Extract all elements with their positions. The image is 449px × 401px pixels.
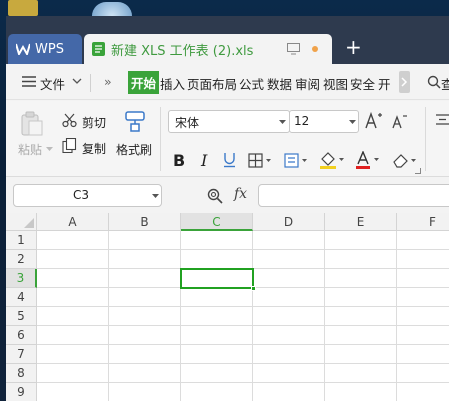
- row-header-9[interactable]: 9: [6, 383, 37, 401]
- cut-label[interactable]: 剪切: [82, 114, 106, 131]
- grid-line: [108, 231, 109, 401]
- fx-icon[interactable]: fx: [234, 186, 247, 202]
- border-icon[interactable]: [248, 153, 272, 168]
- ribbon-divider-2: [425, 107, 426, 171]
- spreadsheet-grid[interactable]: A B C D E F 1 2 3 4 5 6 7 8 9: [6, 213, 449, 401]
- menu-tab-review[interactable]: 审阅: [295, 74, 320, 93]
- menu-tab-home[interactable]: 开始: [128, 71, 160, 94]
- desktop-folder-icon[interactable]: [8, 0, 38, 16]
- font-grow-icon[interactable]: [365, 111, 383, 129]
- name-box-value: C3: [72, 188, 89, 202]
- selected-cell-c3[interactable]: [180, 268, 254, 289]
- paste-label[interactable]: 粘贴: [18, 141, 42, 158]
- paste-icon[interactable]: [20, 111, 44, 137]
- search-label-partial[interactable]: 查: [441, 74, 449, 93]
- copy-label[interactable]: 复制: [82, 140, 106, 157]
- row-header-2[interactable]: 2: [6, 250, 37, 269]
- monitor-icon[interactable]: [287, 43, 300, 55]
- wps-tab-label: WPS: [35, 41, 64, 57]
- chevron-down-icon[interactable]: [72, 78, 82, 85]
- fill-color-icon[interactable]: [319, 151, 345, 169]
- grid-line: [252, 231, 253, 401]
- column-header-a[interactable]: A: [37, 213, 109, 231]
- row-header-3[interactable]: 3: [6, 269, 37, 288]
- fill-handle[interactable]: [251, 286, 256, 291]
- hamburger-icon[interactable]: [22, 76, 36, 87]
- zoom-icon[interactable]: [207, 188, 223, 204]
- menu-tab-security[interactable]: 安全: [350, 74, 375, 93]
- grid-line: [396, 231, 397, 401]
- menu-file[interactable]: 文件: [40, 74, 65, 93]
- font-name-dropdown-icon[interactable]: [279, 120, 286, 124]
- font-size-value: 12: [294, 114, 310, 128]
- eraser-icon[interactable]: [392, 152, 418, 168]
- font-name-select[interactable]: 宋体: [168, 110, 290, 133]
- row-header-5[interactable]: 5: [6, 307, 37, 326]
- close-dot-icon[interactable]: [312, 46, 318, 52]
- bold-icon[interactable]: B: [173, 153, 185, 169]
- underline-icon[interactable]: [223, 152, 236, 168]
- wps-logo-icon: [16, 43, 30, 55]
- grid-line: [37, 306, 449, 307]
- grid-line: [37, 249, 449, 250]
- row-header-6[interactable]: 6: [6, 326, 37, 345]
- cell-format-icon[interactable]: [284, 153, 308, 169]
- doc-sheet-icon: [92, 42, 105, 56]
- ribbon-toolbar: 粘贴 剪切 复制 格式刷 宋体 12 B I: [6, 101, 449, 177]
- grid-line: [324, 231, 325, 401]
- menu-tab-dev-partial[interactable]: 开: [378, 74, 391, 93]
- grid-line: [180, 231, 181, 401]
- document-title: 新建 XLS 工作表 (2).xls: [111, 43, 254, 59]
- column-header-c[interactable]: C: [181, 213, 253, 231]
- format-painter-label[interactable]: 格式刷: [116, 141, 152, 158]
- column-header-d[interactable]: D: [253, 213, 325, 231]
- format-brush-icon[interactable]: [123, 109, 147, 133]
- ribbon-divider: [160, 107, 161, 171]
- font-shrink-icon[interactable]: [392, 113, 408, 129]
- menu-tab-page-layout[interactable]: 页面布局: [187, 74, 237, 93]
- menu-tab-view[interactable]: 视图: [323, 74, 348, 93]
- row-header-1[interactable]: 1: [6, 231, 37, 250]
- grid-line: [37, 325, 449, 326]
- wps-window: WPS 新建 XLS 工作表 (2).xls + 文件 » 开始 插入 页面布局…: [6, 16, 449, 401]
- formula-input[interactable]: [258, 184, 449, 207]
- menu-more[interactable]: »: [104, 74, 112, 89]
- font-dialog-launcher-icon[interactable]: [415, 168, 421, 174]
- menu-tab-formula[interactable]: 公式: [239, 74, 264, 93]
- font-color-icon[interactable]: [355, 151, 381, 169]
- select-all-corner[interactable]: [6, 213, 37, 231]
- italic-icon[interactable]: I: [201, 153, 207, 169]
- menu-divider: [90, 74, 91, 92]
- grid-line: [37, 363, 449, 364]
- font-size-select[interactable]: 12: [289, 110, 359, 133]
- menu-bar: 文件 » 开始 插入 页面布局 公式 数据 审阅 视图 安全 开 查: [6, 64, 449, 100]
- grid-line: [37, 344, 449, 345]
- paste-dropdown-icon[interactable]: [46, 147, 53, 151]
- row-header-7[interactable]: 7: [6, 345, 37, 364]
- scissors-icon[interactable]: [62, 113, 77, 128]
- menu-tab-insert[interactable]: 插入: [160, 74, 185, 93]
- align-icon[interactable]: [436, 114, 449, 125]
- column-header-e[interactable]: E: [325, 213, 397, 231]
- column-header-b[interactable]: B: [109, 213, 181, 231]
- search-icon[interactable]: [427, 75, 441, 89]
- copy-icon[interactable]: [62, 138, 77, 153]
- column-header-f[interactable]: F: [397, 213, 449, 231]
- tab-document[interactable]: 新建 XLS 工作表 (2).xls: [84, 34, 332, 64]
- tab-bar: WPS 新建 XLS 工作表 (2).xls +: [6, 16, 449, 64]
- new-tab-button[interactable]: +: [345, 36, 362, 58]
- tab-wps-home[interactable]: WPS: [8, 34, 82, 64]
- name-box[interactable]: C3: [13, 184, 162, 207]
- font-name-value: 宋体: [175, 116, 200, 130]
- grid-line: [37, 382, 449, 383]
- menu-tab-data[interactable]: 数据: [267, 74, 292, 93]
- row-header-4[interactable]: 4: [6, 288, 37, 307]
- name-box-dropdown-icon[interactable]: [152, 194, 159, 198]
- font-size-dropdown-icon[interactable]: [349, 120, 356, 124]
- row-header-8[interactable]: 8: [6, 364, 37, 383]
- scroll-right-icon[interactable]: [399, 71, 410, 93]
- desktop-app-icon[interactable]: [92, 2, 132, 16]
- formula-bar: C3 fx: [6, 178, 449, 212]
